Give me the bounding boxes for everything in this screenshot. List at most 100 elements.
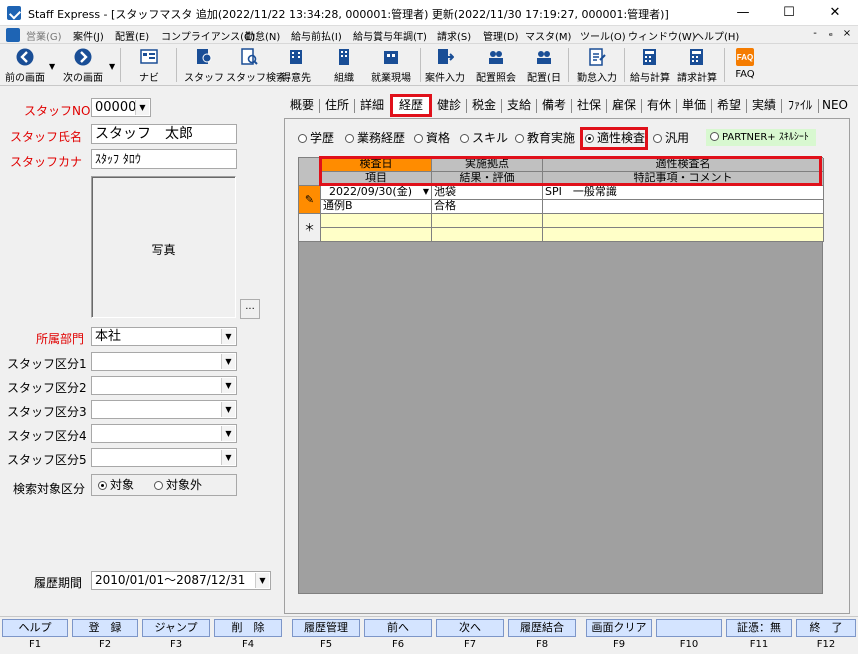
subtab-skill-radio[interactable]: スキル (460, 128, 508, 148)
row1-test-name[interactable]: SPI 一般常識 (543, 186, 824, 200)
menu-kyuyo-maebarai[interactable]: 給与前払(I) (291, 28, 342, 43)
f9-clear-button[interactable]: 画面クリア (586, 619, 652, 637)
menu-compliance[interactable]: コンプライアンス(C) (161, 28, 255, 43)
mdi-close-button[interactable]: × (840, 28, 854, 39)
tab-kenshin[interactable]: 健診 (434, 95, 464, 116)
search-target-on-radio[interactable]: 対象 (98, 475, 134, 495)
partner-skillsheet-option[interactable]: PARTNER+ ｽｷﾙｼｰﾄ (706, 129, 816, 146)
menu-kyuyo-shoyo[interactable]: 給与賞与年調(T) (353, 28, 427, 43)
subtab-tekisei-radio[interactable]: 適性検査 (585, 128, 645, 148)
f8-merge-button[interactable]: 履歴結合 (508, 619, 576, 637)
f2-register-button[interactable]: 登 録 (72, 619, 138, 637)
job-entry-button[interactable]: 案件入力 (424, 46, 466, 84)
staff-name-field[interactable]: スタッフ 太郎 (91, 124, 237, 144)
new-row-comment[interactable] (543, 228, 824, 242)
billing-button[interactable]: 請求計算 (674, 46, 720, 84)
menu-eigyo[interactable]: 営業(G) (26, 28, 62, 43)
class3-select[interactable]: ▼ (91, 400, 237, 419)
navi-button[interactable]: ナビ (126, 46, 172, 84)
tab-biko[interactable]: 備考 (539, 95, 569, 116)
f7-next-button[interactable]: 次へ (436, 619, 504, 637)
new-row-item[interactable] (321, 228, 432, 242)
class2-select[interactable]: ▼ (91, 376, 237, 395)
row1-item[interactable]: 通例B (321, 200, 432, 214)
tab-shaho[interactable]: 社保 (574, 95, 604, 116)
close-button[interactable]: ✕ (812, 0, 858, 26)
search-target-off-radio[interactable]: 対象外 (154, 475, 202, 495)
f5-history-button[interactable]: 履歴管理 (292, 619, 360, 637)
menu-tool[interactable]: ツール(O) (580, 28, 626, 43)
new-row-test-date[interactable] (321, 214, 432, 228)
f10-button[interactable] (656, 619, 722, 637)
client-button[interactable]: 得意先 (274, 46, 318, 84)
tab-file[interactable]: ﾌｧｲﾙ (784, 95, 816, 116)
class5-select[interactable]: ▼ (91, 448, 237, 467)
tab-jusho[interactable]: 住所 (322, 95, 352, 116)
tab-jisseki[interactable]: 実績 (749, 95, 779, 116)
f11-evidence-button[interactable]: 証憑：無 (726, 619, 792, 637)
new-row-test-name[interactable] (543, 214, 824, 228)
next-screen-button[interactable]: 次の画面 (58, 46, 108, 84)
tab-neo[interactable]: NEO (821, 95, 849, 116)
f6-prev-button[interactable]: 前へ (364, 619, 432, 637)
tab-tanka[interactable]: 単価 (679, 95, 709, 116)
period-select[interactable]: 2010/01/01～2087/12/31 ▼ (91, 571, 271, 590)
org-button[interactable]: 組織 (322, 46, 366, 84)
tab-zeikin[interactable]: 税金 (469, 95, 499, 116)
class4-select[interactable]: ▼ (91, 424, 237, 443)
subtab-gakureki-radio[interactable]: 学歴 (298, 128, 334, 148)
tab-keireki[interactable]: 経歴 (390, 94, 432, 117)
placement-daily-button[interactable]: 配置(日 (524, 46, 564, 84)
tab-gaiyo[interactable]: 概要 (287, 95, 317, 116)
minimize-button[interactable]: — (720, 0, 766, 26)
tab-shikyu[interactable]: 支給 (504, 95, 534, 116)
menu-kintai[interactable]: 勤怠(N) (245, 28, 280, 43)
mdi-restore-button[interactable]: ₑ (824, 28, 838, 39)
subtab-kyoiku-radio[interactable]: 教育実施 (515, 128, 575, 148)
placement-inquiry-icon (489, 51, 503, 64)
menu-anken[interactable]: 案件(J) (73, 28, 104, 43)
new-row-site[interactable] (432, 214, 543, 228)
menu-seikyu[interactable]: 請求(S) (437, 28, 471, 43)
row1-site[interactable]: 池袋 (432, 186, 543, 200)
f4-delete-button[interactable]: 削 除 (214, 619, 282, 637)
menu-master[interactable]: マスタ(M) (525, 28, 571, 43)
menu-window[interactable]: ウィンドウ(W) (628, 28, 696, 43)
row1-result[interactable]: 合格 (432, 200, 543, 214)
photo-browse-button[interactable]: ... (240, 299, 260, 319)
new-row-result[interactable] (432, 228, 543, 242)
subtab-shikaku-radio[interactable]: 資格 (414, 128, 450, 148)
menu-help[interactable]: ヘルプ(H) (694, 28, 739, 43)
menu-haichi[interactable]: 配置(E) (115, 28, 149, 43)
dept-select[interactable]: 本社 ▼ (91, 327, 237, 346)
photo-area[interactable]: 写真 (91, 176, 236, 318)
tab-koho[interactable]: 雇保 (609, 95, 639, 116)
tab-kibo[interactable]: 希望 (714, 95, 744, 116)
faq-button[interactable]: FAQ FAQ (728, 46, 762, 84)
placement-inquiry-button[interactable]: 配置照会 (472, 46, 520, 84)
f12-exit-button[interactable]: 終 了 (796, 619, 856, 637)
attendance-entry-button[interactable]: 勤怠入力 (574, 46, 620, 84)
worksite-button[interactable]: 就業現場 (366, 46, 416, 84)
subtab-hanyo-radio[interactable]: 汎用 (653, 128, 689, 148)
prev-history-dropdown[interactable]: ▼ (49, 62, 55, 71)
mdi-minimize-button[interactable]: - (808, 28, 822, 39)
staff-no-select[interactable]: 000005 ▼ (91, 98, 151, 117)
next-history-dropdown[interactable]: ▼ (109, 62, 115, 71)
subtab-gyomu-radio[interactable]: 業務経歴 (345, 128, 405, 148)
staff-button[interactable]: スタッフ (182, 46, 226, 84)
f1-help-button[interactable]: ヘルプ (2, 619, 68, 637)
row1-test-date[interactable]: 2022/09/30(金) ▼ (321, 186, 432, 200)
prev-screen-button[interactable]: 前の画面 (0, 46, 50, 84)
class1-select[interactable]: ▼ (91, 352, 237, 371)
payroll-button[interactable]: 給与計算 (628, 46, 672, 84)
row1-comment[interactable] (543, 200, 824, 214)
staff-search-button[interactable]: スタッフ検索 (226, 46, 286, 84)
tab-shosai[interactable]: 詳細 (357, 95, 387, 116)
maximize-button[interactable]: ☐ (766, 0, 812, 26)
staff-kana-field[interactable]: ｽﾀｯﾌ ﾀﾛｳ (91, 149, 237, 169)
row-edit-pencil-icon[interactable]: ✎ (299, 186, 321, 214)
tab-yukyu[interactable]: 有休 (644, 95, 674, 116)
menu-kanri[interactable]: 管理(D) (483, 28, 519, 43)
f3-jump-button[interactable]: ジャンプ (142, 619, 210, 637)
